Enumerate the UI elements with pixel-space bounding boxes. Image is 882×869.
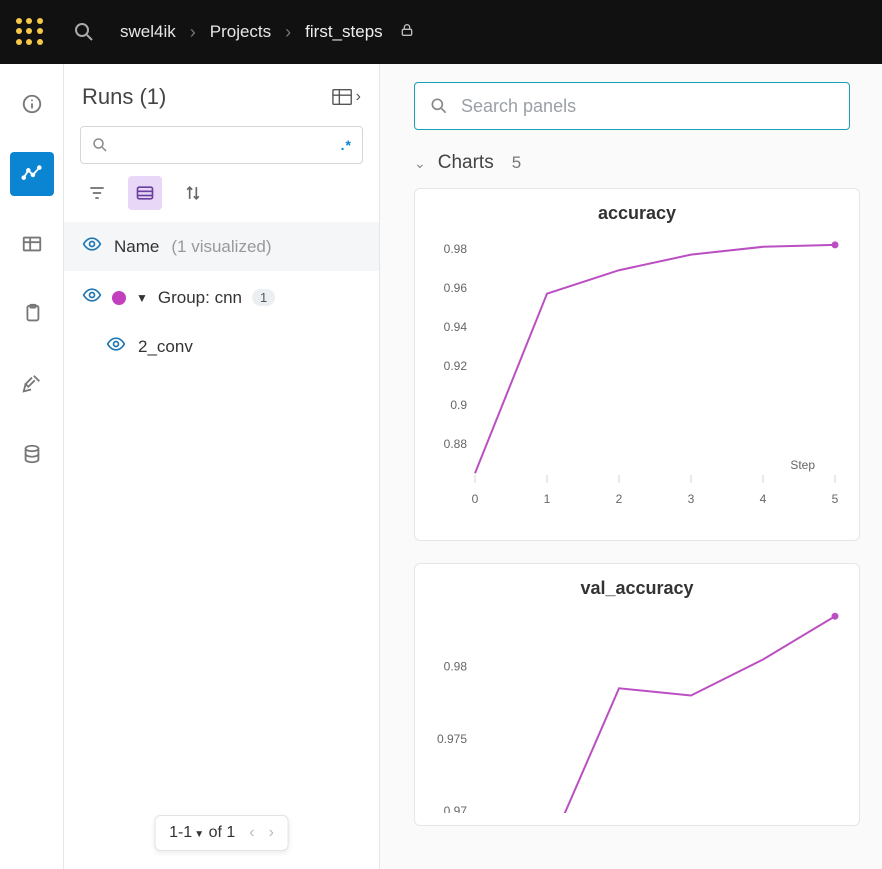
rail-table[interactable] [10, 222, 54, 266]
svg-text:0.88: 0.88 [444, 437, 468, 451]
panel-search-input[interactable] [461, 96, 835, 117]
run-row[interactable]: 2_conv [64, 324, 379, 369]
crumb-user[interactable]: swel4ik [120, 22, 176, 42]
svg-text:0.96: 0.96 [444, 281, 468, 295]
topbar: swel4ik › Projects › first_steps [0, 0, 882, 64]
svg-text:0.94: 0.94 [444, 320, 468, 334]
pager-total: 1 [226, 824, 235, 841]
svg-text:1: 1 [544, 492, 551, 506]
eye-icon[interactable] [82, 285, 102, 310]
runs-filter-input[interactable]: .* [80, 126, 363, 164]
filter-button[interactable] [80, 176, 114, 210]
svg-text:0: 0 [472, 492, 479, 506]
rail-artifacts[interactable] [10, 432, 54, 476]
group-button[interactable] [128, 176, 162, 210]
svg-text:0.98: 0.98 [444, 242, 468, 256]
runs-pager: 1-1▼ of 1 ‹ › [154, 815, 289, 851]
svg-text:3: 3 [688, 492, 695, 506]
section-label: Charts [438, 152, 494, 174]
left-rail [0, 64, 64, 869]
chart-title: accuracy [427, 203, 847, 224]
section-count: 5 [512, 153, 521, 173]
run-name: 2_conv [138, 337, 193, 357]
breadcrumb: swel4ik › Projects › first_steps [120, 22, 415, 43]
svg-text:4: 4 [760, 492, 767, 506]
caret-down-icon[interactable]: ▼ [136, 291, 148, 305]
pager-range: 1-1 [169, 824, 192, 841]
group-count-badge: 1 [252, 289, 275, 306]
caret-down-icon[interactable]: ▼ [194, 829, 204, 840]
sort-button[interactable] [176, 176, 210, 210]
svg-text:5: 5 [832, 492, 839, 506]
svg-text:0.97: 0.97 [444, 804, 468, 813]
runs-sidebar: Runs (1) › .* [64, 64, 380, 869]
chevron-right-icon: › [285, 22, 291, 43]
svg-text:0.975: 0.975 [437, 732, 467, 746]
visualized-count: (1 visualized) [171, 237, 271, 257]
svg-text:0.98: 0.98 [444, 660, 468, 674]
svg-text:2: 2 [616, 492, 623, 506]
lock-icon [399, 22, 415, 43]
svg-text:0.92: 0.92 [444, 359, 468, 373]
pager-of: of [209, 824, 222, 841]
eye-icon[interactable] [106, 334, 126, 359]
rail-workspace[interactable] [10, 152, 54, 196]
search-icon [429, 96, 449, 116]
runs-title: Runs (1) [82, 84, 166, 110]
column-header-name[interactable]: Name (1 visualized) [64, 222, 379, 271]
sidebar-toggle-layout[interactable]: › [332, 88, 361, 106]
runs-count: (1) [139, 84, 166, 109]
chart-val-accuracy: 0.97 0.975 0.98 [427, 603, 847, 813]
column-header-label: Name [114, 237, 159, 257]
group-label: Group: cnn [158, 288, 242, 308]
svg-text:Step: Step [790, 458, 815, 472]
eye-icon [82, 234, 102, 259]
chevron-down-icon[interactable]: ⌄ [414, 155, 426, 172]
rail-overview[interactable] [10, 82, 54, 126]
rail-reports[interactable] [10, 292, 54, 336]
chevron-right-icon: › [190, 22, 196, 43]
pager-next[interactable]: › [269, 824, 274, 842]
crumb-project[interactable]: first_steps [305, 22, 382, 42]
section-charts[interactable]: ⌄ Charts 5 [414, 152, 882, 174]
search-icon [91, 136, 109, 154]
regex-toggle[interactable]: .* [341, 137, 352, 153]
group-row-cnn[interactable]: ▼ Group: cnn 1 [64, 271, 379, 324]
chart-title: val_accuracy [427, 578, 847, 599]
chart-card-accuracy[interactable]: accuracy 0.88 0.9 0.92 0.94 0.96 0.98 0 1 2 3 4 5 St… [414, 188, 860, 541]
runs-filter-text[interactable] [109, 137, 341, 154]
wandb-logo[interactable] [16, 18, 44, 46]
workspace-main: ⌄ Charts 5 accuracy 0.880.90.920.940.960… [380, 64, 882, 869]
global-search-icon[interactable] [72, 20, 96, 44]
panel-search[interactable] [414, 82, 850, 130]
chart-card-val-accuracy[interactable]: val_accuracy 0.97 0.975 0.98 [414, 563, 860, 826]
chart-accuracy: 0.88 0.9 0.92 0.94 0.96 0.98 0 1 2 3 4 5 Step [427, 228, 847, 528]
svg-text:0.9: 0.9 [450, 398, 467, 412]
pager-prev[interactable]: ‹ [249, 824, 254, 842]
crumb-projects[interactable]: Projects [210, 22, 271, 42]
group-color-dot [112, 291, 126, 305]
rail-sweeps[interactable] [10, 362, 54, 406]
